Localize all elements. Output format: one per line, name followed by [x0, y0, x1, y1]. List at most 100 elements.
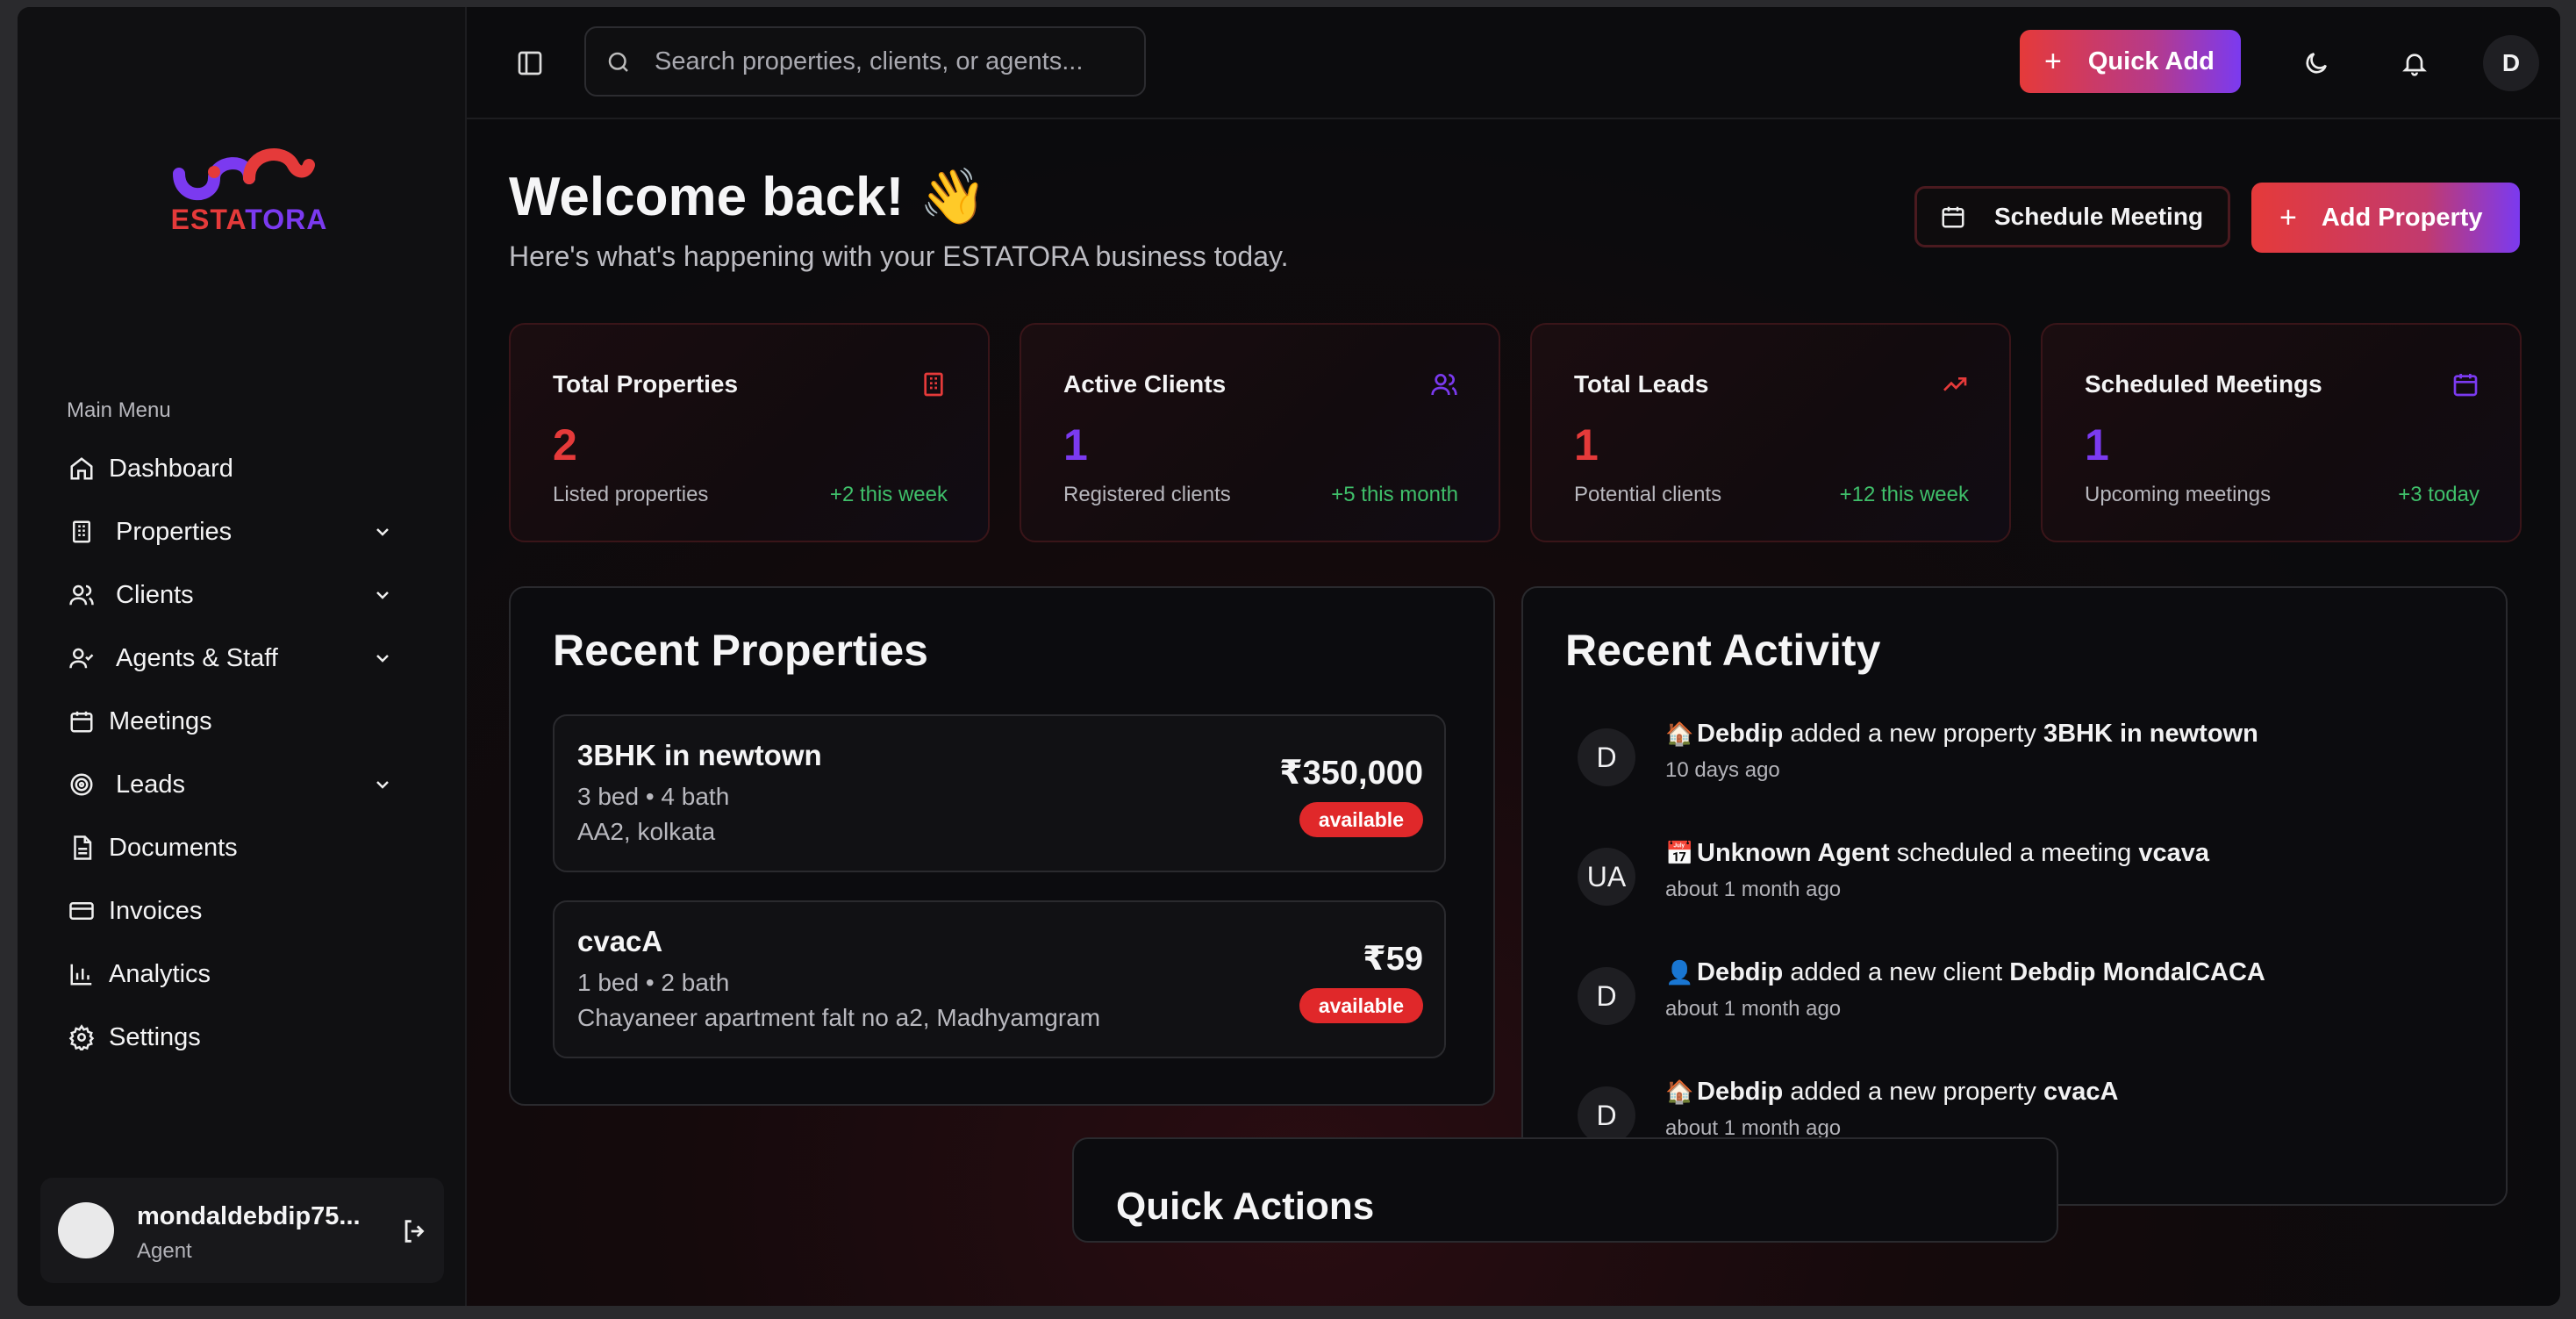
user-role: Agent [137, 1239, 192, 1263]
sidebar-item-properties[interactable]: Properties [63, 500, 440, 563]
sidebar-item-label: Clients [116, 580, 194, 609]
recent-properties-panel: Recent Properties 3BHK in newtown 3 bed … [509, 586, 1495, 1106]
schedule-meeting-button[interactable]: Schedule Meeting [1914, 186, 2230, 247]
stat-label: Listed properties [553, 483, 709, 506]
avatar: D [1578, 967, 1635, 1025]
sidebar-item-label: Settings [109, 1022, 201, 1051]
sidebar-item-invoices[interactable]: Invoices [63, 879, 440, 943]
sidebar-item-label: Properties [116, 517, 233, 546]
quick-add-label: Quick Add [2087, 47, 2215, 75]
users-icon [67, 580, 97, 610]
activity-item[interactable]: D 🏠 Debdip added a new property 3BHK in n… [1578, 720, 2455, 807]
sidebar-item-agents-staff[interactable]: Agents & Staff [63, 627, 440, 690]
avatar: D [1578, 728, 1635, 786]
stat-card-total-properties[interactable]: Total Properties 2 Listed properties +2 … [509, 323, 990, 542]
logo-text: ESTATORA [161, 204, 337, 236]
sidebar-menu: Dashboard Properties Clients Agents & St… [63, 437, 440, 1069]
moon-icon[interactable] [2302, 49, 2330, 77]
house-icon: 🏠 [1665, 1079, 1694, 1105]
chevron-down-icon[interactable] [372, 774, 393, 795]
topbar: + Quick Add D [467, 7, 2560, 119]
sidebar-item-label: Invoices [109, 896, 203, 925]
sidebar-item-dashboard[interactable]: Dashboard [63, 437, 440, 500]
stat-title: Active Clients [1063, 370, 1227, 398]
stat-title: Scheduled Meetings [2085, 370, 2322, 398]
avatar[interactable]: D [2483, 35, 2539, 91]
add-property-button[interactable]: + Add Property [2251, 183, 2520, 253]
quick-add-button[interactable]: + Quick Add [2020, 30, 2241, 93]
status-badge: available [1299, 802, 1423, 837]
quick-actions-panel: Quick Actions [1072, 1137, 2058, 1243]
activity-target: Debdip MondalCACA [2009, 958, 2265, 986]
property-name: 3BHK in newtown [577, 739, 822, 771]
stat-label: Upcoming meetings [2085, 483, 2272, 506]
user-icon: 👤 [1665, 959, 1694, 986]
stat-label: Registered clients [1063, 483, 1231, 506]
activity-item[interactable]: UA 📅 Unknown Agent scheduled a meeting vc… [1578, 839, 2455, 927]
property-address: AA2, kolkata [577, 818, 716, 845]
stat-value: 1 [2085, 420, 2109, 470]
building-icon [924, 372, 943, 397]
calendar-icon: 📅 [1665, 840, 1694, 866]
stat-card-active-clients[interactable]: Active Clients 1 Registered clients +5 t… [1020, 323, 1500, 542]
credit-card-icon [67, 896, 97, 926]
chevron-down-icon[interactable] [372, 521, 393, 542]
main-content: Welcome back! 👋 Here's what's happening … [467, 119, 2560, 1306]
calendar-icon [1942, 206, 1964, 228]
chevron-down-icon[interactable] [372, 648, 393, 669]
stat-change: +5 this month [1331, 483, 1458, 506]
activity-action: scheduled a meeting [1896, 839, 2132, 867]
schedule-meeting-label: Schedule Meeting [1994, 203, 2204, 230]
property-card[interactable]: cvacA 1 bed • 2 bath Chayaneer apartment… [553, 900, 1446, 1058]
stat-card-scheduled-meetings[interactable]: Scheduled Meetings 1 Upcoming meetings +… [2041, 323, 2522, 542]
search-box [584, 26, 1146, 97]
property-name: cvacA [577, 925, 663, 957]
document-icon [67, 833, 97, 863]
activity-text: 🏠 Debdip added a new property 3BHK in new… [1665, 720, 2258, 749]
sidebar-item-label: Leads [116, 770, 186, 799]
activity-action: added a new client [1790, 958, 2003, 986]
bar-chart-icon [67, 959, 97, 989]
property-beds: 1 bed • 2 bath [577, 969, 730, 996]
activity-actor: Debdip [1697, 720, 1784, 748]
recent-activity-title: Recent Activity [1565, 626, 1881, 675]
activity-text: 📅 Unknown Agent scheduled a meeting vcava [1665, 839, 2209, 868]
user-card[interactable]: mondaldebdip75... Agent [40, 1178, 444, 1283]
stat-label: Potential clients [1574, 483, 1722, 506]
activity-item[interactable]: D 👤 Debdip added a new client Debdip Mond… [1578, 958, 2455, 1046]
property-beds: 3 bed • 4 bath [577, 783, 730, 810]
avatar: UA [1578, 848, 1635, 906]
sidebar: ESTATORA Main Menu Dashboard Properties … [18, 7, 467, 1306]
activity-action: added a new property [1790, 1078, 2036, 1106]
stat-title: Total Leads [1574, 370, 1709, 398]
sidebar-item-clients[interactable]: Clients [63, 563, 440, 627]
sidebar-item-label: Meetings [109, 706, 212, 735]
sidebar-item-settings[interactable]: Settings [63, 1006, 440, 1069]
sidebar-item-label: Analytics [109, 959, 211, 988]
sidebar-item-meetings[interactable]: Meetings [63, 690, 440, 753]
avatar [58, 1202, 114, 1258]
search-input[interactable] [655, 28, 1128, 95]
user-check-icon [67, 643, 97, 673]
sidebar-item-leads[interactable]: Leads [63, 753, 440, 816]
bell-icon[interactable] [2401, 49, 2429, 77]
sidebar-item-analytics[interactable]: Analytics [63, 943, 440, 1006]
activity-target: vcava [2138, 839, 2210, 867]
property-card[interactable]: 3BHK in newtown 3 bed • 4 bath AA2, kolk… [553, 714, 1446, 872]
gear-icon [67, 1022, 97, 1052]
stat-title: Total Properties [553, 370, 739, 398]
estatora-logo[interactable]: ESTATORA [161, 139, 337, 244]
sidebar-toggle-icon[interactable] [516, 49, 544, 77]
sidebar-item-label: Documents [109, 833, 238, 862]
target-icon [67, 770, 97, 799]
logout-icon[interactable] [400, 1216, 430, 1246]
search-icon [608, 52, 628, 72]
user-name: mondaldebdip75... [137, 1202, 361, 1230]
stat-card-total-leads[interactable]: Total Leads 1 Potential clients +12 this… [1530, 323, 2011, 542]
calendar-icon [67, 706, 97, 736]
chevron-down-icon[interactable] [372, 584, 393, 606]
stat-value: 2 [553, 420, 577, 470]
sidebar-item-documents[interactable]: Documents [63, 816, 440, 879]
home-icon [67, 454, 97, 484]
recent-activity-panel: Recent Activity D 🏠 Debdip added a new pr… [1521, 586, 2508, 1206]
